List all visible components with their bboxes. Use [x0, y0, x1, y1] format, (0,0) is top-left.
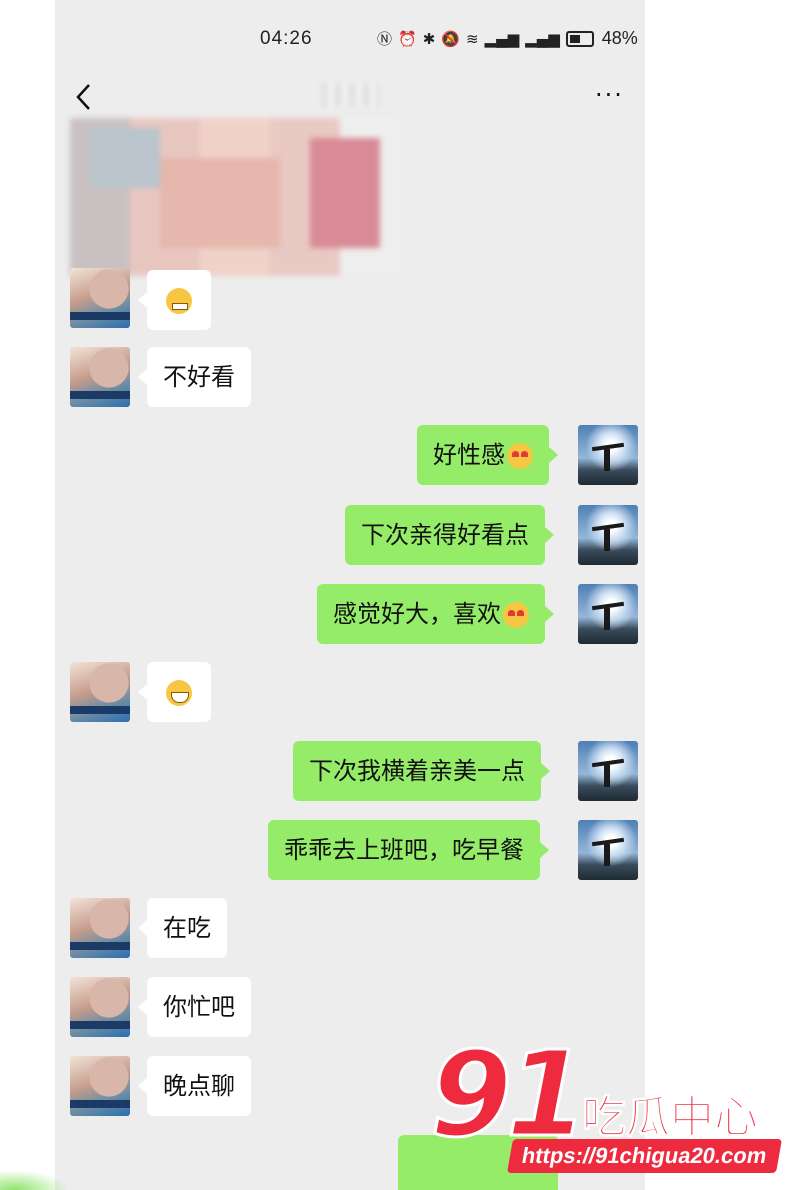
more-options-button[interactable]: ···: [595, 81, 624, 109]
message-bubble-sent[interactable]: 下次我横着亲美一点: [293, 741, 550, 801]
message-bubble-received[interactable]: 在吃: [138, 898, 227, 958]
site-watermark: 91 吃瓜中心 https://91chigua20.com: [428, 1025, 800, 1185]
avatar-contact[interactable]: [70, 268, 130, 328]
wifi-icon: ≋: [465, 29, 479, 48]
contact-name-blurred: [320, 83, 380, 107]
heart-eyes-emoji-icon: [503, 602, 529, 628]
blurred-image-message[interactable]: [70, 118, 400, 276]
avatar-self[interactable]: [578, 425, 638, 485]
avatar-contact[interactable]: [70, 898, 130, 958]
chat-header: ···: [55, 75, 645, 120]
avatar-contact[interactable]: [70, 347, 130, 407]
bluetooth-icon: ✱: [422, 29, 436, 48]
signal-1-icon: ▂▄▆: [484, 29, 520, 48]
alarm-icon: ⏰: [398, 29, 417, 48]
message-bubble-sent[interactable]: 乖乖去上班吧，吃早餐: [268, 820, 549, 880]
message-bubble-received[interactable]: [138, 662, 211, 722]
chevron-left-icon[interactable]: [73, 83, 95, 111]
avatar-contact[interactable]: [70, 662, 130, 722]
avatar-contact[interactable]: [70, 1056, 130, 1116]
grimace-emoji-icon: [166, 288, 192, 314]
status-icons: Ⓝ ⏰ ✱ 🔕 ≋ ▂▄▆ ▂▄▆ 48%: [377, 28, 638, 49]
heart-eyes-emoji-icon: [507, 443, 533, 469]
message-bubble-received[interactable]: [138, 270, 211, 330]
laughing-tears-emoji-icon: [166, 680, 192, 706]
watermark-number: 91: [428, 1025, 589, 1163]
watermark-url: https://91chigua20.com: [507, 1139, 782, 1173]
message-bubble-received[interactable]: 不好看: [138, 347, 251, 407]
message-text: 好性感: [433, 441, 505, 469]
avatar-self[interactable]: [578, 505, 638, 565]
message-bubble-sent[interactable]: 好性感: [417, 425, 558, 485]
message-text: 感觉好大，喜欢: [333, 600, 501, 628]
decorative-edge: [0, 1170, 70, 1190]
chat-screen: 04:26 Ⓝ ⏰ ✱ 🔕 ≋ ▂▄▆ ▂▄▆ 48% ··· 不好看 好性感: [55, 0, 645, 1190]
message-text: 下次我横着亲美一点: [309, 757, 525, 785]
message-bubble-received[interactable]: 你忙吧: [138, 977, 251, 1037]
signal-2-icon: ▂▄▆: [525, 29, 560, 48]
message-text: 晚点聊: [163, 1072, 235, 1100]
message-text: 不好看: [163, 363, 235, 391]
message-text: 在吃: [163, 914, 211, 942]
mute-icon: 🔕: [441, 29, 460, 48]
avatar-self[interactable]: [578, 820, 638, 880]
avatar-self[interactable]: [578, 741, 638, 801]
message-bubble-received[interactable]: 晚点聊: [138, 1056, 251, 1116]
avatar-contact[interactable]: [70, 977, 130, 1037]
message-text: 乖乖去上班吧，吃早餐: [284, 836, 524, 864]
message-bubble-sent[interactable]: 下次亲得好看点: [345, 505, 554, 565]
avatar-self[interactable]: [578, 584, 638, 644]
message-text: 下次亲得好看点: [361, 521, 529, 549]
battery-icon: [565, 30, 594, 47]
battery-percent: 48%: [601, 28, 638, 48]
status-time: 04:26: [260, 28, 313, 49]
message-bubble-sent[interactable]: 感觉好大，喜欢: [317, 584, 554, 644]
nfc-icon: Ⓝ: [377, 30, 393, 48]
watermark-title: 吃瓜中心: [582, 1092, 759, 1144]
message-text: 你忙吧: [163, 993, 235, 1021]
status-bar: 04:26 Ⓝ ⏰ ✱ 🔕 ≋ ▂▄▆ ▂▄▆ 48%: [55, 0, 645, 75]
